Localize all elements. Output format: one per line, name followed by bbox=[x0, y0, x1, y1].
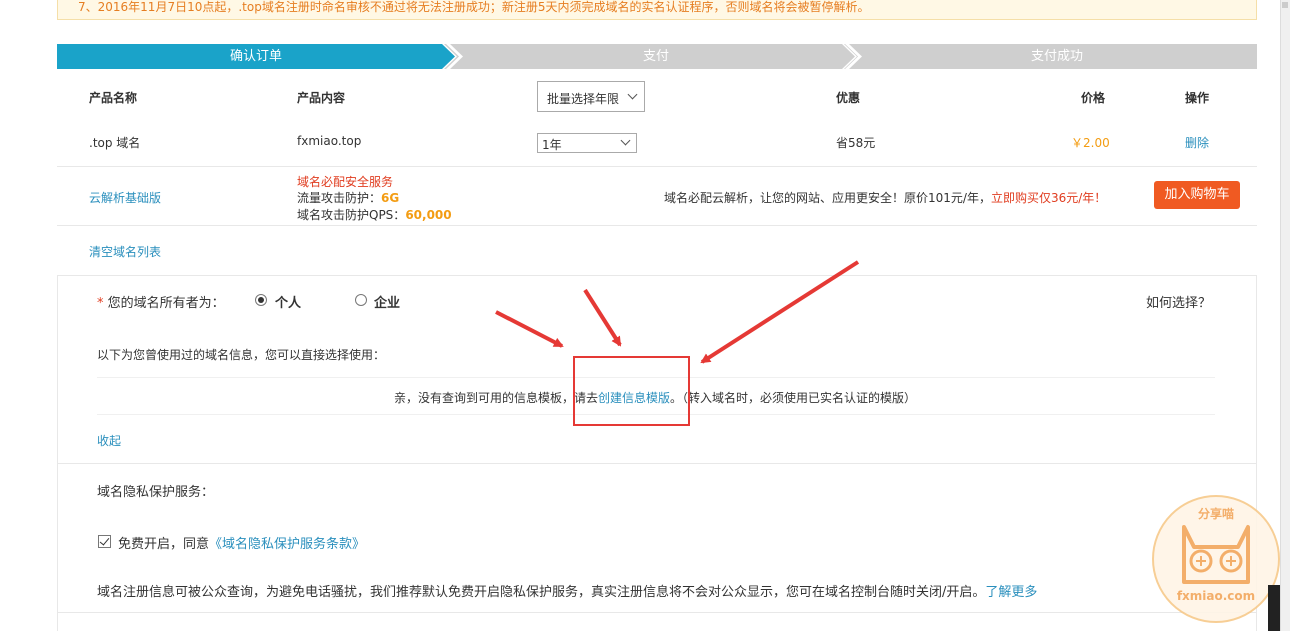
annotation-arrows bbox=[495, 260, 860, 364]
arrow-annotation-middle bbox=[583, 288, 622, 347]
watermark-bottom-text: fxmiao.com bbox=[1176, 589, 1256, 603]
arrow-annotation-right bbox=[700, 260, 860, 364]
fxmiao-watermark: 分享喵 fxmiao.com bbox=[1152, 495, 1280, 623]
arrow-annotation-left bbox=[495, 310, 564, 348]
annotation-highlight-box bbox=[573, 356, 690, 426]
scrollbar[interactable] bbox=[1280, 0, 1290, 631]
watermark-top-text: 分享喵 bbox=[1197, 507, 1234, 521]
scrollbar-up-arrow[interactable] bbox=[1282, 2, 1288, 8]
